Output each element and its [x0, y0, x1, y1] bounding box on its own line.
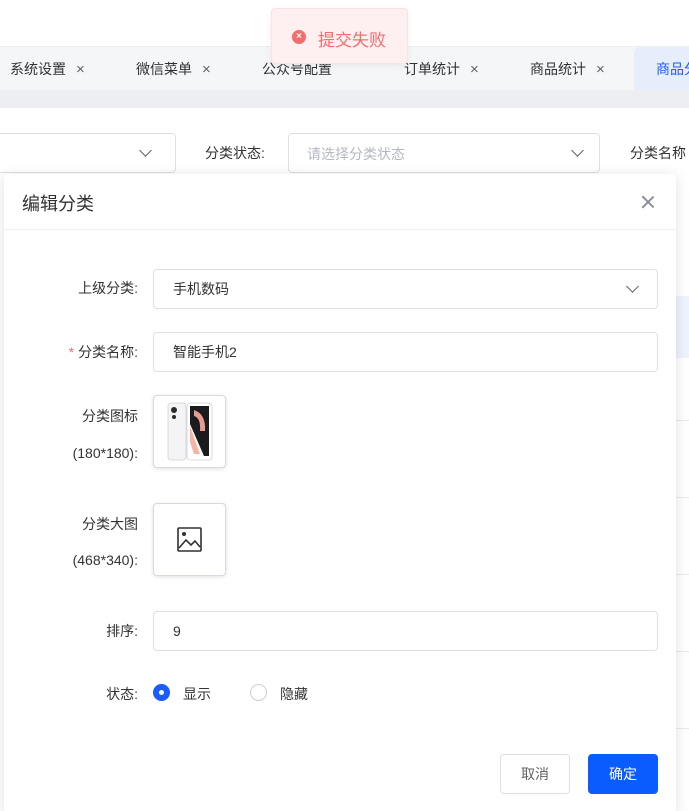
close-icon[interactable]: ×	[76, 61, 85, 78]
status-radio-hide[interactable]	[250, 684, 267, 701]
image-placeholder-icon	[177, 527, 202, 552]
category-icon-uploader[interactable]	[153, 395, 226, 468]
dialog-title: 编辑分类	[22, 194, 94, 214]
parent-category-value: 手机数码	[173, 281, 229, 297]
sort-input[interactable]: 9	[153, 611, 658, 651]
filter-status-select[interactable]: 请选择分类状态	[288, 133, 600, 173]
close-icon[interactable]: ×	[596, 61, 605, 78]
error-toast: × 提交失败	[271, 8, 408, 64]
category-name-value: 智能手机2	[173, 344, 237, 360]
status-radio-hide-label[interactable]: 隐藏	[280, 684, 308, 704]
tab-label: 订单统计	[404, 61, 460, 77]
cancel-button[interactable]: 取消	[500, 754, 570, 794]
category-banner-label: 分类大图	[82, 516, 138, 532]
tab-system-settings[interactable]: 系统设置 ×	[10, 47, 85, 91]
filter-status-placeholder: 请选择分类状态	[307, 146, 405, 162]
confirm-button[interactable]: 确定	[588, 754, 658, 794]
category-banner-size-label: (468*340):	[72, 552, 138, 568]
status-label: 状态:	[106, 686, 138, 702]
tab-wechat-menu[interactable]: 微信菜单 ×	[136, 47, 211, 91]
tab-order-stats[interactable]: 订单统计 ×	[404, 47, 479, 91]
close-icon[interactable]: ×	[470, 61, 479, 78]
table-row	[676, 420, 689, 421]
chevron-down-icon	[139, 144, 152, 157]
close-icon[interactable]: ×	[202, 61, 211, 78]
category-icon-label: 分类图标	[82, 408, 138, 424]
dialog-header: 编辑分类	[4, 174, 676, 230]
table-row	[676, 574, 689, 575]
tab-label: 商品统计	[530, 61, 586, 77]
content-divider	[0, 90, 689, 108]
required-mark: *	[68, 344, 75, 360]
status-radio-show-label[interactable]: 显示	[183, 684, 211, 704]
category-icon-size-label: (180*180):	[72, 445, 138, 461]
phone-thumbnail-image	[167, 402, 213, 461]
chevron-down-icon	[626, 280, 639, 293]
category-name-label-text: 分类名称:	[78, 344, 138, 360]
status-radio-show[interactable]	[153, 684, 170, 701]
sort-value: 9	[173, 623, 181, 639]
edit-category-dialog: 编辑分类 上级分类: 手机数码 * 分类名称: 智能手机2 分类图标 (180*1…	[4, 174, 676, 811]
filter-select[interactable]	[0, 133, 176, 173]
close-icon[interactable]	[638, 192, 658, 212]
category-name-label: * 分类名称:	[69, 342, 138, 362]
category-banner-uploader[interactable]	[153, 503, 226, 576]
sort-label: 排序:	[106, 623, 138, 639]
error-icon: ×	[292, 30, 306, 44]
parent-category-label: 上级分类:	[78, 280, 138, 296]
table-row	[676, 728, 689, 729]
table-row	[676, 497, 689, 498]
chevron-down-icon	[571, 144, 584, 157]
tab-product-category[interactable]: 商品分	[634, 47, 689, 91]
table-row	[676, 296, 689, 358]
tab-label: 商品分	[656, 61, 689, 77]
filter-status-label: 分类状态:	[205, 145, 265, 161]
table-row	[676, 651, 689, 652]
toast-message: 提交失败	[318, 31, 386, 50]
category-name-input[interactable]: 智能手机2	[153, 332, 658, 372]
tab-label: 系统设置	[10, 61, 66, 77]
tab-label: 微信菜单	[136, 61, 192, 77]
tab-product-stats[interactable]: 商品统计 ×	[530, 47, 605, 91]
parent-category-select[interactable]: 手机数码	[153, 269, 658, 309]
filter-name-label: 分类名称	[630, 145, 686, 161]
